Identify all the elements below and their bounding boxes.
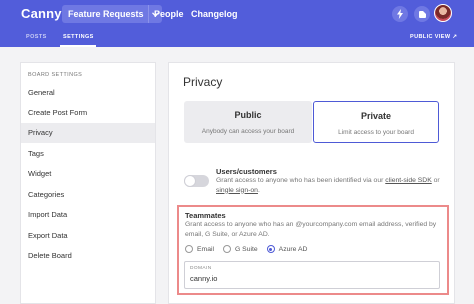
- sidebar-item-export-data[interactable]: Export Data: [21, 226, 155, 246]
- domain-field-label: DOMAIN: [190, 266, 212, 271]
- users-customers-title: Users/customers: [216, 167, 277, 176]
- public-option[interactable]: Public Anybody can access your board: [184, 101, 312, 143]
- teammates-title: Teammates: [185, 211, 226, 220]
- sidebar-item-categories[interactable]: Categories: [21, 185, 155, 205]
- avatar[interactable]: [434, 4, 452, 22]
- radio-gsuite[interactable]: G Suite: [223, 245, 258, 253]
- private-option[interactable]: Private Limit access to your board: [313, 101, 439, 143]
- tab-settings[interactable]: SETTINGS: [63, 34, 94, 40]
- sidebar-item-tags[interactable]: Tags: [21, 144, 155, 164]
- top-nav-bar: Canny Feature Requests People Changelog: [0, 0, 474, 29]
- teammates-description: Grant access to anyone who has an @yourc…: [185, 221, 437, 238]
- radio-email-label: Email: [197, 245, 214, 253]
- single-sign-on-link[interactable]: single sign-on: [216, 187, 258, 194]
- users-customers-desc-text: Grant access to anyone who has been iden…: [216, 177, 384, 184]
- radio-azure-ad-circle[interactable]: [266, 245, 275, 253]
- domain-input[interactable]: canny.io: [190, 274, 217, 283]
- teammates-section: Teammates Grant access to anyone who has…: [177, 205, 449, 295]
- verification-method-radios: Email G Suite Azure AD: [185, 245, 316, 253]
- sidebar-heading: BOARD SETTINGS: [28, 72, 83, 78]
- domain-field[interactable]: DOMAIN canny.io: [184, 261, 440, 289]
- page-title: Privacy: [183, 75, 223, 89]
- radio-gsuite-circle[interactable]: [223, 245, 231, 253]
- radio-email-circle[interactable]: [185, 245, 193, 253]
- private-option-subtitle: Limit access to your board: [338, 129, 414, 136]
- public-option-title: Public: [234, 110, 262, 120]
- toggle-knob: [184, 175, 196, 187]
- sidebar-item-privacy[interactable]: Privacy: [21, 123, 155, 143]
- settings-sidebar: BOARD SETTINGS General Create Post Form …: [20, 62, 156, 304]
- users-customers-or: or: [433, 177, 440, 184]
- tab-posts[interactable]: POSTS: [26, 34, 47, 40]
- board-select-label: Feature Requests: [68, 9, 144, 19]
- sidebar-item-general[interactable]: General: [21, 83, 155, 103]
- radio-azure-ad-label: Azure AD: [278, 245, 308, 253]
- sidebar-item-widget[interactable]: Widget: [21, 164, 155, 184]
- active-tab-indicator: [60, 45, 96, 47]
- nav-people-link[interactable]: People: [154, 9, 184, 19]
- radio-gsuite-label: G Suite: [235, 245, 258, 253]
- users-customers-description: Grant access to anyone who has been iden…: [216, 176, 451, 195]
- radio-email[interactable]: Email: [185, 245, 214, 253]
- privacy-panel: Privacy Public Anybody can access your b…: [168, 62, 455, 304]
- private-option-title: Private: [360, 111, 392, 121]
- notifications-icon[interactable]: [414, 6, 430, 22]
- logo[interactable]: Canny: [21, 6, 62, 21]
- lightning-icon[interactable]: [392, 6, 408, 22]
- radio-azure-ad[interactable]: Azure AD: [266, 245, 308, 253]
- public-option-subtitle: Anybody can access your board: [201, 128, 295, 135]
- client-side-sdk-link[interactable]: client-side SDK: [385, 177, 431, 184]
- public-view-link[interactable]: PUBLIC VIEW ↗: [410, 34, 457, 40]
- board-select[interactable]: Feature Requests: [62, 5, 162, 23]
- sidebar-item-import-data[interactable]: Import Data: [21, 205, 155, 225]
- nav-changelog-link[interactable]: Changelog: [191, 9, 238, 19]
- sidebar-item-delete-board[interactable]: Delete Board: [21, 246, 155, 266]
- users-customers-period: .: [257, 186, 260, 194]
- sidebar-item-create-post-form[interactable]: Create Post Form: [21, 103, 155, 123]
- users-customers-toggle[interactable]: [184, 175, 209, 187]
